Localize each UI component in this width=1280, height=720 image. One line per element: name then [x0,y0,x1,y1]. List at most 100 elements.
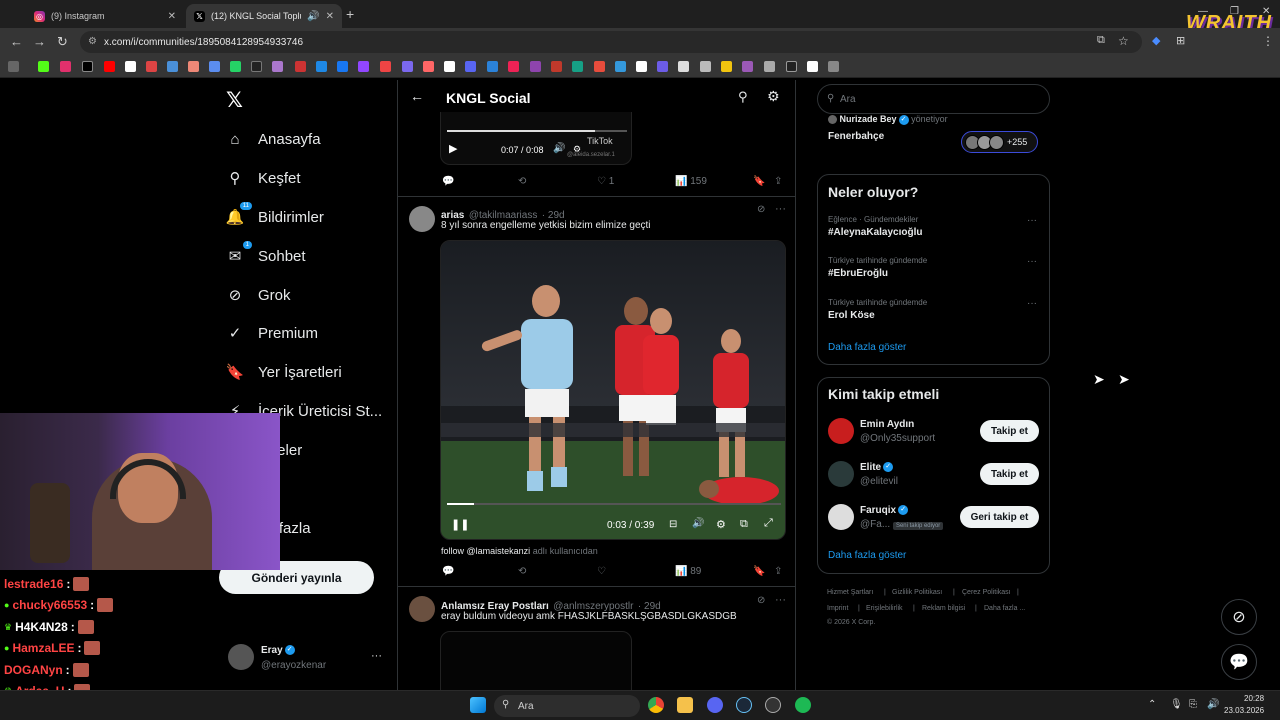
video-progress-bar[interactable] [447,130,627,132]
bookmark-icon[interactable] [807,61,818,72]
bookmark-icon[interactable] [615,61,626,72]
nav-item-3[interactable]: ✉ 1 Sohbet [226,241,306,271]
show-more-link[interactable]: Daha fazla göster [828,550,906,561]
avatar[interactable] [409,206,435,232]
kick-icon[interactable] [38,61,49,72]
speaker-icon[interactable]: 🔊 [307,11,319,22]
new-tab-button[interactable]: + [346,6,354,22]
site-info-icon[interactable]: ⚙ [88,36,97,47]
volume-icon[interactable]: 🔊 [1207,699,1219,710]
menu-icon[interactable]: ⋮ [1262,34,1274,48]
avatar[interactable] [409,596,435,622]
more-icon[interactable]: ··· [1027,298,1037,309]
trend-name[interactable]: #AleynaKalaycıoğlu [828,227,922,238]
search-input[interactable]: ⚲ Ara [817,84,1050,114]
url-field[interactable]: ⚙ x.com/i/communities/189508412895493374… [80,31,1142,53]
chat-username[interactable]: HamzaLEE [12,641,74,655]
video-player[interactable]: ▶ 0:07 / 0:08 🔊 ⚙ TikTok @aleida.sezelar… [440,112,632,165]
more-icon[interactable]: ··· [775,203,786,215]
discord-icon[interactable] [707,697,723,713]
chat-username[interactable]: chucky66553 [12,598,87,612]
bookmark-icon[interactable] [636,61,647,72]
bookmark-icon[interactable] [786,61,797,72]
member-avatars[interactable]: +255 [961,131,1038,153]
captions-icon[interactable]: ⊟ [669,519,677,530]
chrome-icon[interactable] [648,697,664,713]
follow-button[interactable]: Takip et [980,463,1039,485]
bookmark-icon[interactable] [508,61,519,72]
bookmark-icon[interactable] [530,61,541,72]
tab-kngl[interactable]: 𝕏 (12) KNGL Social Topluluk / 🔊 ✕ [186,4,342,28]
x-logo-icon[interactable]: 𝕏 [226,88,243,112]
footer-link[interactable]: Daha fazla ... [984,605,1025,612]
close-icon[interactable]: ✕ [168,11,176,22]
pip-icon[interactable]: ⧉ [740,518,748,531]
like-icon[interactable]: ♡ 1 [597,176,614,187]
file-explorer-icon[interactable] [677,697,693,713]
bookmark-icon[interactable] [444,61,455,72]
reply-icon[interactable]: 💬 [442,176,454,187]
bookmark-icon[interactable] [594,61,605,72]
footer-link[interactable]: Çerez Politikası [962,589,1011,596]
volume-icon[interactable]: 🔊 [553,143,565,154]
play-icon[interactable]: ▶ [449,142,457,155]
clock[interactable]: 20:28 23.03.2026 [1224,693,1264,717]
bookmark-icon[interactable] [465,61,476,72]
like-icon[interactable]: ♡ [597,566,606,577]
forward-icon[interactable]: → [33,34,46,49]
grok-icon[interactable]: ⊘ [757,595,765,606]
trend-name[interactable]: #EbruEroğlu [828,268,888,279]
follow-button[interactable]: Takip et [980,420,1039,442]
back-arrow-icon[interactable]: ← [410,88,424,104]
bookmark-icon[interactable] [700,61,711,72]
fullscreen-icon[interactable]: ⤢ [764,517,773,530]
extension-icon[interactable]: ◆ [1152,34,1160,47]
gear-icon[interactable]: ⚙ [767,88,780,105]
taskbar-search[interactable]: ⚲ Ara [494,695,640,717]
footer-link[interactable]: Reklam bilgisi [922,605,965,612]
attribution-user[interactable]: follow @lamaistekanzi [441,546,530,556]
reply-icon[interactable]: 💬 [442,566,454,577]
bookmark-icon[interactable] [764,61,775,72]
community-card[interactable]: Nurizade Bey ✓ yönetiyor Fenerbahçe +255 [828,114,1043,154]
nav-item-5[interactable]: ✓ Premium [226,318,318,348]
chat-username[interactable]: H4K4N28 [15,620,68,634]
more-icon[interactable]: ··· [1027,215,1037,226]
install-app-icon[interactable]: ⧉ [1097,34,1105,47]
grok-fab-icon[interactable]: ⊘ [1221,599,1257,635]
bookmark-icon[interactable] [272,61,283,72]
follow-suggestion[interactable]: Emin Aydın @Only35support Takip et [828,418,1040,448]
bookmark-icon[interactable] [316,61,327,72]
extensions-icon[interactable]: ⊞ [1176,34,1185,47]
more-icon[interactable]: ··· [1027,256,1037,267]
x-bookmark-icon[interactable] [82,61,93,72]
reload-icon[interactable]: ↻ [57,34,68,50]
bookmark-icon[interactable] [828,61,839,72]
bookmark-icon[interactable] [188,61,199,72]
footer-link[interactable]: Imprint [827,605,848,612]
tab-instagram[interactable]: ◎ (9) Instagram ✕ [26,4,184,28]
bookmark-icon[interactable] [721,61,732,72]
follow-back-button[interactable]: Geri takip et [960,506,1039,528]
chat-fab-icon[interactable]: 💬 [1221,644,1257,680]
volume-icon[interactable]: 🔊 [692,518,704,529]
repost-icon[interactable]: ⟲ [518,566,526,577]
close-icon[interactable]: ✕ [326,11,334,22]
tray-chevron-icon[interactable]: ⌃ [1148,699,1156,710]
network-icon[interactable]: ⎘ [1189,699,1197,710]
bookmark-icon[interactable] [742,61,753,72]
video-progress-bar[interactable] [447,503,781,505]
pause-icon[interactable]: ❚❚ [451,518,469,531]
youtube-icon[interactable] [104,61,115,72]
bookmark-icon[interactable] [572,61,583,72]
share-icon[interactable]: ⇪ [774,566,782,577]
bookmark-icon[interactable] [487,61,498,72]
spotify-icon[interactable] [795,697,811,713]
obs-icon[interactable] [765,697,781,713]
gmail-icon[interactable] [146,61,157,72]
trend-name[interactable]: Erol Köse [828,310,875,321]
bookmark-icon[interactable] [251,61,262,72]
bookmark-icon[interactable] [423,61,434,72]
instagram-bookmark-icon[interactable] [60,61,71,72]
account-switcher[interactable]: Eray ✓ @erayozkenar ··· [228,644,388,674]
